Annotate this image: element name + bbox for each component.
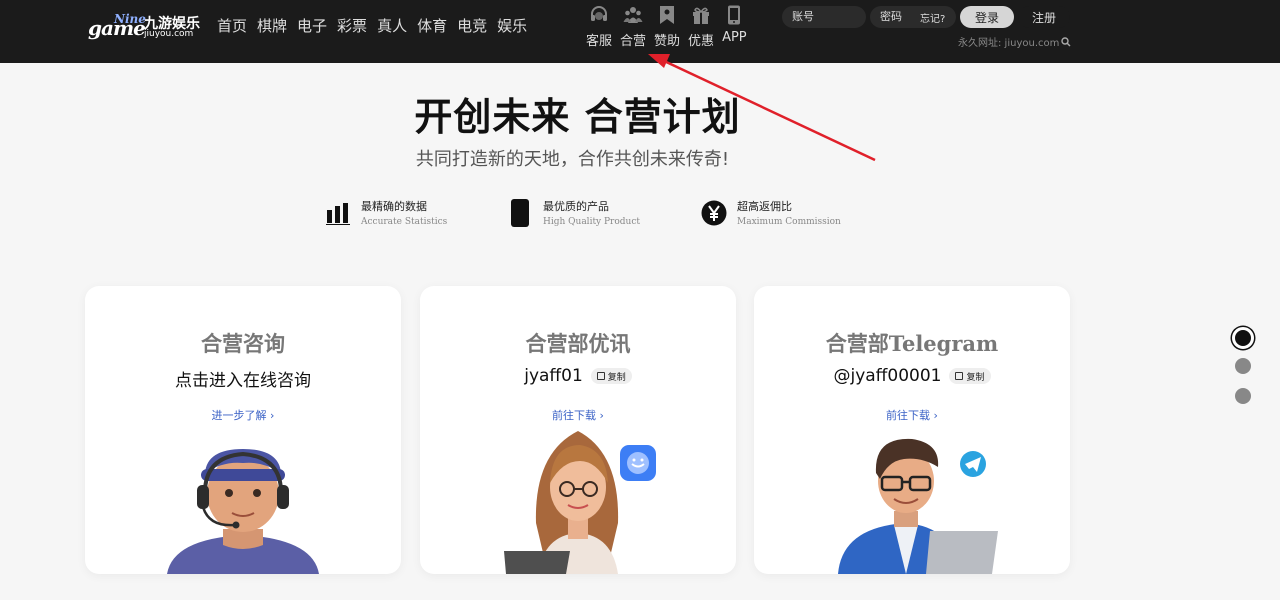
forgot-password-link[interactable]: 忘记? (920, 10, 945, 25)
card-partner-chat[interactable]: 合营部优讯 jyaff01 复制 前往下载 › (420, 286, 736, 574)
woman-with-laptop-illustration (504, 431, 656, 574)
nav-sports[interactable]: 体育 (417, 15, 447, 36)
icon-nav: 客服 合营 赞助 优惠 APP (586, 4, 755, 49)
gift-icon (691, 4, 711, 26)
card-title-en: Telegram (888, 331, 999, 356)
download-link[interactable]: 前往下载 › (420, 407, 736, 423)
card-line: @jyaff00001 复制 (754, 366, 1070, 386)
page-dot-2[interactable] (1235, 358, 1251, 374)
card-title: 合营咨询 (201, 332, 285, 356)
permanent-url-text: 永久网址: jiuyou.com (958, 38, 1060, 49)
icon-nav-promo-label: 优惠 (688, 34, 715, 49)
download-link[interactable]: 前往下载 › (754, 407, 1070, 423)
icon-nav-app[interactable]: APP (722, 4, 747, 49)
login-button[interactable]: 登录 (960, 6, 1014, 28)
logo-url-text: jiuyou.com (144, 29, 194, 39)
icon-nav-app-label: APP (722, 30, 747, 45)
feature-title: 最优质的产品 (543, 200, 609, 213)
copy-label: 复制 (966, 372, 985, 383)
card-title: 合营部优讯 (525, 332, 631, 356)
card-consultation[interactable]: 合营咨询 点击进入在线咨询 进一步了解 › (85, 286, 401, 574)
phone-icon (724, 4, 744, 26)
icon-nav-promo[interactable]: 优惠 (688, 4, 714, 49)
feature-max-commission: 超高返佣比 Maximum Commission (701, 198, 841, 227)
account-input[interactable] (782, 6, 866, 28)
nav-chess[interactable]: 棋牌 (257, 15, 287, 36)
icon-nav-sponsor-label: 赞助 (654, 34, 681, 49)
yen-icon (701, 199, 727, 227)
icon-nav-partners[interactable]: 合营 (620, 4, 646, 49)
register-button[interactable]: 注册 (1018, 6, 1070, 28)
icon-nav-partners-label: 合营 (620, 34, 647, 49)
card-value[interactable]: 点击进入在线咨询 (175, 366, 311, 391)
bookmark-icon (657, 4, 677, 26)
icon-nav-service-label: 客服 (586, 34, 613, 49)
nav-home[interactable]: 首页 (217, 15, 247, 36)
copy-button[interactable]: 复制 (590, 368, 632, 384)
man-with-laptop-illustration (838, 438, 998, 574)
partners-icon (623, 4, 643, 26)
copy-icon (596, 372, 605, 380)
page-dot-3[interactable] (1235, 388, 1251, 404)
feature-title: 最精确的数据 (361, 200, 427, 213)
logo-nine-text: Nine (114, 12, 146, 26)
headset-icon (589, 4, 609, 26)
icon-nav-service[interactable]: 客服 (586, 4, 612, 49)
bar-chart-icon (325, 199, 351, 227)
feature-accurate-statistics: 最精确的数据 Accurate Statistics (325, 198, 447, 227)
top-header: game Nine 九游娱乐 jiuyou.com 首页 棋牌 电子 彩票 真人… (0, 0, 1280, 63)
card-value: @jyaff00001 (833, 366, 942, 386)
copy-icon (955, 372, 964, 380)
nav-esports[interactable]: 电竞 (457, 15, 487, 36)
nav-lottery[interactable]: 彩票 (337, 15, 367, 36)
card-title-cn: 合营部 (825, 332, 889, 356)
feature-subtitle: Maximum Commission (737, 217, 841, 227)
icon-nav-sponsor[interactable]: 赞助 (654, 4, 680, 49)
copy-button[interactable]: 复制 (949, 368, 991, 384)
main-nav: 首页 棋牌 电子 彩票 真人 体育 电竞 娱乐 (217, 15, 537, 36)
feature-quality-product: 最优质的产品 High Quality Product (507, 198, 640, 227)
page-title: 开创未来 合营计划 (414, 95, 741, 139)
page-dot-1[interactable] (1232, 327, 1254, 349)
card-line: jyaff01 复制 (420, 366, 736, 386)
nav-electronic[interactable]: 电子 (297, 15, 327, 36)
permanent-url: 永久网址: jiuyou.com (958, 34, 1071, 49)
card-line: 点击进入在线咨询 (85, 366, 401, 391)
page-subtitle: 共同打造新的天地，合作共创未来传奇! (415, 149, 730, 170)
search-icon (1061, 36, 1071, 46)
feature-title: 超高返佣比 (737, 200, 792, 213)
card-value: jyaff01 (524, 366, 583, 386)
nav-entertainment[interactable]: 娱乐 (497, 15, 527, 36)
learn-more-link[interactable]: 进一步了解 › (85, 407, 401, 423)
card-telegram[interactable]: 合营部Telegram @jyaff00001 复制 前往下载 › (754, 286, 1070, 574)
copy-label: 复制 (607, 372, 626, 383)
nav-live[interactable]: 真人 (377, 15, 407, 36)
card-title: 合营部Telegram (754, 328, 1070, 358)
feature-subtitle: Accurate Statistics (361, 217, 448, 227)
brand-logo[interactable]: game Nine 九游娱乐 jiuyou.com (88, 12, 200, 42)
support-agent-illustration (167, 449, 319, 574)
phone-icon (507, 198, 533, 227)
feature-subtitle: High Quality Product (543, 217, 640, 227)
